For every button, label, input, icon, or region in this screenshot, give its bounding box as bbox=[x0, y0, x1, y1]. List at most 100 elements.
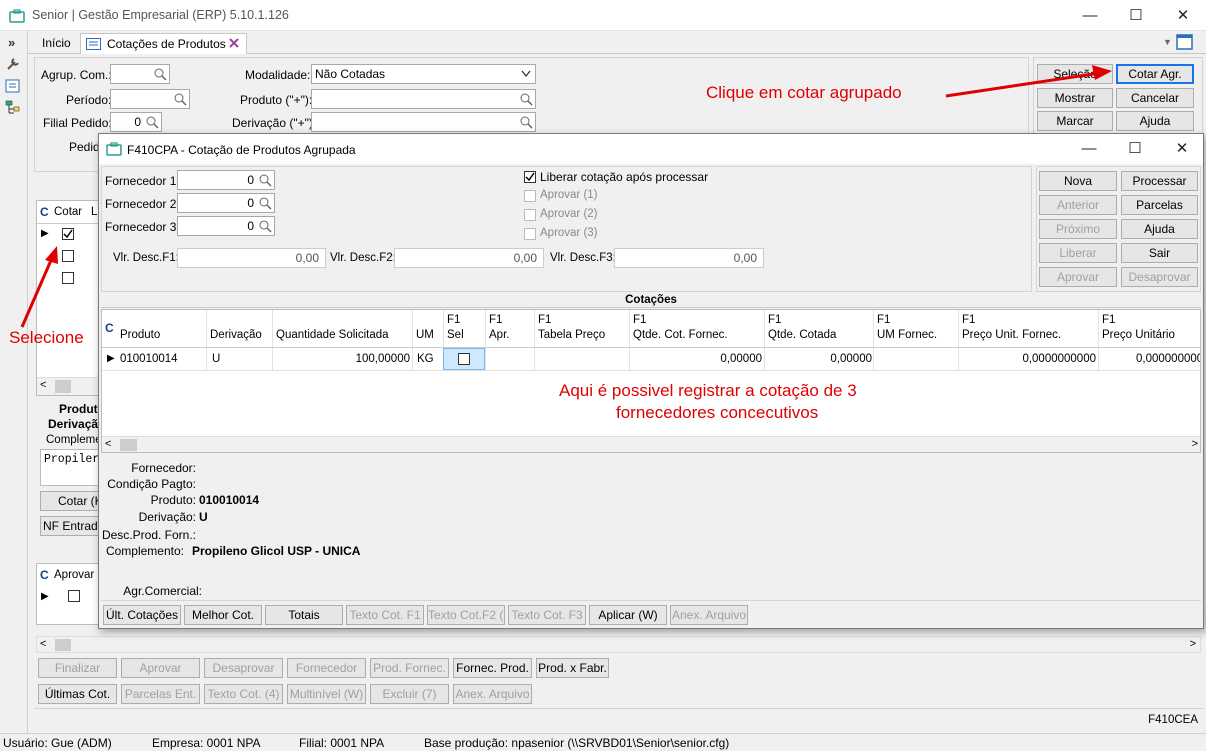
cancelar-button[interactable]: Cancelar bbox=[1116, 88, 1194, 108]
grid-header-7[interactable]: Qtde. Cot. Fornec. bbox=[633, 329, 728, 341]
button-row2-2[interactable]: Texto Cot. (4) bbox=[204, 684, 283, 704]
scroll-thumb[interactable] bbox=[120, 439, 137, 451]
grid-column-divider[interactable] bbox=[873, 310, 874, 370]
grid-column-divider[interactable] bbox=[1098, 310, 1099, 370]
grid-header-8[interactable]: Qtde. Cotada bbox=[768, 329, 836, 341]
grid-horizontal-scrollbar[interactable]: < > bbox=[102, 436, 1200, 452]
grid-column-divider[interactable] bbox=[206, 310, 207, 370]
cell-um[interactable]: KG bbox=[417, 353, 434, 365]
button-row1-6[interactable]: Prod. x Fabr. bbox=[536, 658, 609, 678]
selecao-button[interactable]: Seleção bbox=[1037, 64, 1113, 84]
cell-qtde-cotada[interactable]: 0,00000 bbox=[768, 353, 872, 365]
scroll-left-icon[interactable]: < bbox=[105, 438, 111, 450]
button-row1-5[interactable]: Fornec. Prod. bbox=[453, 658, 532, 678]
aprovar-button[interactable]: Aprovar bbox=[1039, 267, 1117, 287]
button-dlgbtns-2[interactable]: Totais bbox=[265, 605, 343, 625]
form-icon[interactable] bbox=[5, 78, 21, 94]
button-row2-4[interactable]: Excluir (7) bbox=[370, 684, 449, 704]
search-icon[interactable] bbox=[519, 115, 533, 129]
vlr-desc-f3-input[interactable]: 0,00 bbox=[614, 248, 764, 268]
button-dlgbtns-3[interactable]: Texto Cot. F1 bbox=[346, 605, 424, 625]
chevron-down-icon[interactable]: ▼ bbox=[1163, 37, 1172, 47]
fornecedor3-input[interactable]: 0 bbox=[177, 216, 275, 236]
button-row2-3[interactable]: Multinível (W) bbox=[287, 684, 366, 704]
button-row2-5[interactable]: Anex. Arquivo bbox=[453, 684, 532, 704]
scroll-left-icon[interactable]: < bbox=[40, 638, 46, 650]
search-icon[interactable] bbox=[258, 196, 272, 210]
search-icon[interactable] bbox=[173, 92, 187, 106]
grid-header-1[interactable]: Derivação bbox=[210, 329, 262, 341]
button-row1-4[interactable]: Prod. Fornec. bbox=[370, 658, 449, 678]
aprovar-checkbox[interactable] bbox=[68, 590, 80, 602]
cell-qtde-cot-fornec[interactable]: 0,00000 bbox=[632, 353, 762, 365]
grid-header-4[interactable]: Sel bbox=[447, 329, 464, 341]
modalidade-select[interactable]: Não Cotadas bbox=[311, 64, 536, 84]
grid-header-10[interactable]: Preço Unit. Fornec. bbox=[962, 329, 1061, 341]
scroll-thumb[interactable] bbox=[55, 639, 71, 651]
tab-inicio[interactable]: Início bbox=[34, 33, 79, 54]
tree-icon[interactable] bbox=[5, 100, 21, 116]
button-dlgbtns-5[interactable]: Texto Cot. F3 bbox=[508, 605, 586, 625]
scroll-left-icon[interactable]: < bbox=[40, 379, 46, 391]
periodo-input[interactable] bbox=[110, 89, 190, 109]
dialog-maximize-button[interactable]: ☐ bbox=[1112, 134, 1158, 164]
derivacao-input[interactable] bbox=[311, 112, 536, 132]
button-dlgbtns-7[interactable]: Anex. Arquivo bbox=[670, 605, 748, 625]
grid-column-divider[interactable] bbox=[272, 310, 273, 370]
search-icon[interactable] bbox=[153, 67, 167, 81]
grid-header-0[interactable]: Produto bbox=[120, 329, 160, 341]
cell-sel[interactable] bbox=[443, 348, 485, 370]
search-icon[interactable] bbox=[258, 219, 272, 233]
minimize-button[interactable]: — bbox=[1067, 0, 1113, 31]
button-row2-1[interactable]: Parcelas Ent. bbox=[121, 684, 200, 704]
grid-header-6[interactable]: Tabela Preço bbox=[538, 329, 605, 341]
grid-header-2[interactable]: Quantidade Solicitada bbox=[276, 329, 389, 341]
liberar-checkbox[interactable] bbox=[524, 171, 536, 183]
complemento-textarea[interactable]: Propiler bbox=[40, 449, 100, 486]
liberar-button[interactable]: Liberar bbox=[1039, 243, 1117, 263]
button-dlgbtns-0[interactable]: Últ. Cotações bbox=[103, 605, 181, 625]
button-dlgbtns-4[interactable]: Texto Cot.F2 (Y) bbox=[427, 605, 505, 625]
search-icon[interactable] bbox=[145, 115, 159, 129]
desaprovar-button[interactable]: Desaprovar bbox=[1121, 267, 1198, 287]
cotar-checkbox-3[interactable] bbox=[62, 272, 74, 284]
cell-preco-unit-fornec[interactable]: 0,0000000000 bbox=[962, 353, 1096, 365]
button-row1-2[interactable]: Desaprovar bbox=[204, 658, 283, 678]
grid-header-11[interactable]: Preço Unitário bbox=[1102, 329, 1175, 341]
cotar-checkbox-2[interactable] bbox=[62, 250, 74, 262]
anterior-button[interactable]: Anterior bbox=[1039, 195, 1117, 215]
cell-derivacao[interactable]: U bbox=[212, 353, 220, 365]
ajuda-button[interactable]: Ajuda bbox=[1116, 111, 1194, 131]
nf-entrada-button[interactable]: NF Entrada bbox=[40, 516, 100, 536]
dialog-minimize-button[interactable]: — bbox=[1066, 134, 1112, 164]
aprovar3-checkbox[interactable] bbox=[524, 228, 536, 240]
aprovar2-checkbox[interactable] bbox=[524, 209, 536, 221]
nova-button[interactable]: Nova bbox=[1039, 171, 1117, 191]
grid-header-9[interactable]: UM Fornec. bbox=[877, 329, 937, 341]
expand-icon[interactable]: » bbox=[8, 35, 15, 50]
cell-preco-unitario[interactable]: 0,0000000000 bbox=[1102, 353, 1200, 365]
search-icon[interactable] bbox=[258, 173, 272, 187]
button-dlgbtns-6[interactable]: Aplicar (W) bbox=[589, 605, 667, 625]
vlr-desc-f2-input[interactable]: 0,00 bbox=[394, 248, 544, 268]
cell-produto[interactable]: 010010014 bbox=[120, 353, 178, 365]
dialog-ajuda-button[interactable]: Ajuda bbox=[1121, 219, 1198, 239]
cotar-k-button[interactable]: Cotar (K bbox=[40, 491, 100, 511]
produto-input[interactable] bbox=[311, 89, 536, 109]
button-row1-1[interactable]: Aprovar bbox=[121, 658, 200, 678]
mostrar-button[interactable]: Mostrar bbox=[1037, 88, 1113, 108]
grid-header-5[interactable]: Apr. bbox=[489, 329, 509, 341]
parcelas-button[interactable]: Parcelas bbox=[1121, 195, 1198, 215]
grid-column-divider[interactable] bbox=[958, 310, 959, 370]
main-horizontal-scrollbar[interactable]: < > bbox=[36, 636, 1201, 653]
cotar-agr-button[interactable]: Cotar Agr. bbox=[1116, 64, 1194, 84]
horizontal-scrollbar[interactable]: < bbox=[37, 377, 102, 395]
vlr-desc-f1-input[interactable]: 0,00 bbox=[177, 248, 326, 268]
restore-view-icon[interactable] bbox=[1176, 34, 1193, 50]
filial-pedido-input[interactable]: 0 bbox=[110, 112, 162, 132]
button-row1-0[interactable]: Finalizar bbox=[38, 658, 117, 678]
aprovar1-checkbox[interactable] bbox=[524, 190, 536, 202]
grid-column-divider[interactable] bbox=[534, 310, 535, 370]
maximize-button[interactable]: ☐ bbox=[1113, 0, 1159, 31]
close-button[interactable]: ✕ bbox=[1160, 0, 1206, 31]
